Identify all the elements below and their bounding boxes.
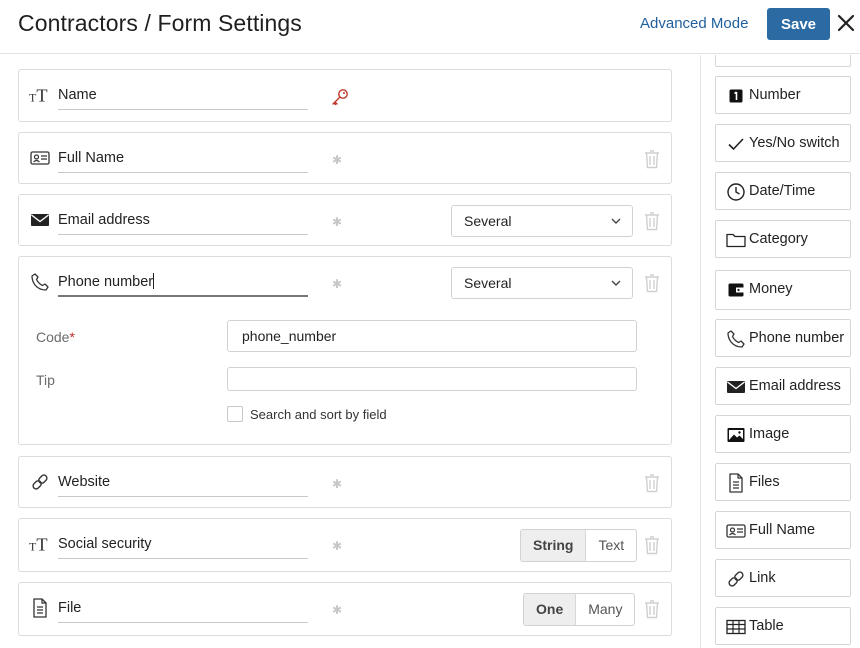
- trash-icon[interactable]: [643, 273, 661, 293]
- palette-item-files[interactable]: Files: [715, 463, 851, 501]
- file-icon: [29, 597, 51, 619]
- chevron-down-icon: [611, 218, 621, 224]
- advanced-mode-link[interactable]: Advanced Mode: [640, 15, 748, 32]
- header: Contractors / Form Settings Advanced Mod…: [0, 0, 860, 54]
- envelope-icon: [726, 377, 746, 397]
- text-icon: TT: [29, 533, 51, 555]
- palette-item-email[interactable]: Email address: [715, 367, 851, 405]
- toggle-option-one[interactable]: One: [524, 594, 576, 625]
- string-text-toggle: String Text: [520, 529, 638, 562]
- required-toggle[interactable]: ✱: [332, 477, 342, 491]
- tip-input[interactable]: [227, 367, 637, 391]
- field-name-input[interactable]: Full Name: [58, 149, 308, 173]
- number-icon: [726, 86, 746, 106]
- palette-item-number[interactable]: Number: [715, 76, 851, 114]
- multiplicity-value: Several: [464, 275, 512, 291]
- palette-item-money[interactable]: Money: [715, 270, 851, 310]
- palette-item-category[interactable]: Category: [715, 220, 851, 258]
- id-card-icon: [726, 521, 746, 541]
- palette-item-yes-no[interactable]: Yes/No switch: [715, 124, 851, 162]
- field-row-email[interactable]: Email address ✱ Several: [18, 194, 672, 246]
- field-name-input[interactable]: File: [58, 599, 308, 623]
- multiplicity-select[interactable]: Several: [451, 267, 633, 299]
- field-name-input[interactable]: Name: [58, 86, 308, 110]
- id-card-icon: [29, 147, 51, 169]
- envelope-icon: [29, 209, 51, 231]
- trash-icon[interactable]: [643, 149, 661, 169]
- svg-text:T: T: [36, 534, 47, 554]
- toggle-option-many[interactable]: Many: [575, 594, 634, 625]
- field-name-input[interactable]: Website: [58, 473, 308, 497]
- clock-icon: [726, 182, 746, 202]
- field-name-input[interactable]: Phone number: [58, 273, 308, 297]
- toggle-option-string[interactable]: String: [521, 530, 586, 561]
- search-sort-label: Search and sort by field: [250, 407, 387, 422]
- page-title: Contractors / Form Settings: [18, 10, 302, 36]
- tip-label: Tip: [36, 372, 55, 388]
- text-icon: TT: [29, 84, 51, 106]
- palette-item-partial[interactable]: [715, 55, 851, 67]
- field-row-phone[interactable]: Phone number ✱ Several Code* Tip Search …: [18, 256, 672, 445]
- wallet-icon: [726, 280, 746, 300]
- field-row-file[interactable]: File ✱ One Many: [18, 582, 672, 636]
- field-row-name[interactable]: TT Name: [18, 69, 672, 122]
- palette-item-full-name[interactable]: Full Name: [715, 511, 851, 549]
- link-icon: [726, 569, 746, 589]
- palette-item-phone[interactable]: Phone number: [715, 319, 851, 357]
- trash-icon[interactable]: [643, 535, 661, 555]
- chevron-down-icon: [611, 280, 621, 286]
- palette-item-table[interactable]: Table: [715, 607, 851, 645]
- image-icon: [726, 425, 746, 445]
- save-button[interactable]: Save: [767, 8, 830, 40]
- table-icon: [726, 617, 746, 637]
- field-row-social-security[interactable]: TT Social security ✱ String Text: [18, 518, 672, 572]
- palette-item-link[interactable]: Link: [715, 559, 851, 597]
- field-row-website[interactable]: Website ✱: [18, 456, 672, 508]
- multiplicity-value: Several: [464, 213, 512, 229]
- folder-icon: [726, 230, 746, 250]
- required-toggle[interactable]: ✱: [332, 215, 342, 229]
- phone-icon: [726, 329, 746, 349]
- file-icon: [726, 473, 746, 493]
- required-toggle[interactable]: ✱: [332, 539, 342, 553]
- one-many-toggle: One Many: [523, 593, 636, 626]
- trash-icon[interactable]: [643, 211, 661, 231]
- search-sort-checkbox[interactable]: [227, 406, 243, 422]
- text-cursor: [153, 273, 155, 289]
- required-mark: *: [69, 329, 75, 345]
- check-icon: [726, 134, 746, 154]
- code-label: Code*: [36, 329, 75, 345]
- required-toggle[interactable]: ✱: [332, 153, 342, 167]
- trash-icon[interactable]: [643, 473, 661, 493]
- field-name-input[interactable]: Social security: [58, 535, 308, 559]
- field-row-full-name[interactable]: Full Name ✱: [18, 132, 672, 184]
- panel-divider: [700, 55, 701, 648]
- required-toggle[interactable]: ✱: [332, 603, 342, 617]
- svg-text:T: T: [36, 85, 47, 105]
- trash-icon[interactable]: [643, 599, 661, 619]
- close-button[interactable]: [835, 11, 857, 37]
- multiplicity-select[interactable]: Several: [451, 205, 633, 237]
- code-input[interactable]: [227, 320, 637, 352]
- required-toggle[interactable]: ✱: [332, 277, 342, 291]
- palette-item-date-time[interactable]: Date/Time: [715, 172, 851, 210]
- field-name-input[interactable]: Email address: [58, 211, 308, 235]
- key-icon: [330, 87, 350, 107]
- phone-icon: [29, 271, 51, 293]
- close-icon: [837, 14, 855, 31]
- link-icon: [29, 471, 51, 493]
- toggle-option-text[interactable]: Text: [585, 530, 636, 561]
- palette-item-image[interactable]: Image: [715, 415, 851, 453]
